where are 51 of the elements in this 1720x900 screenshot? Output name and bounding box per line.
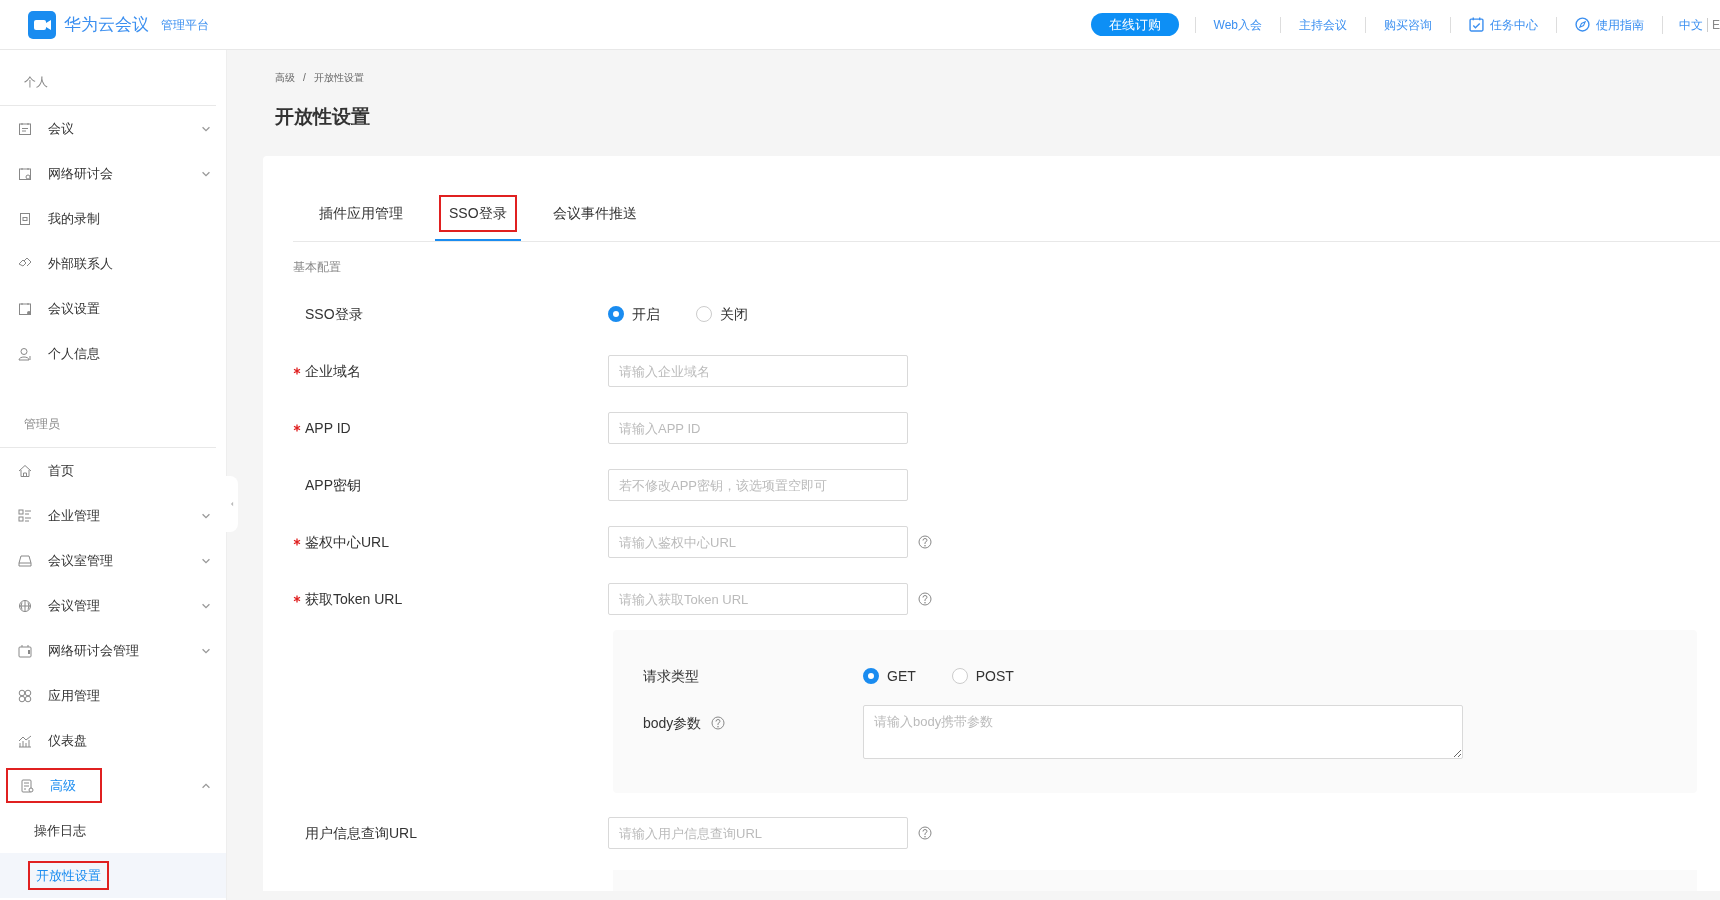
field-label: SSO登录 [305,304,363,324]
field-label: APP密钥 [305,475,361,495]
header-link[interactable]: 购买咨询 [1365,16,1450,33]
platform-label: 管理平台 [161,16,209,34]
input-field[interactable]: 请输入用户信息查询URL [608,817,908,849]
language-option[interactable]: E [1712,15,1720,34]
input-field[interactable]: 请输入企业域名 [608,355,908,387]
header-link[interactable]: Web入会 [1194,16,1280,33]
breadcrumb-link[interactable]: 开放性设置 [313,70,364,85]
tab[interactable]: 插件应用管理 [307,188,415,241]
field-label: 获取Token URL [305,589,403,609]
breadcrumb-link[interactable]: 高级 [275,70,295,85]
breadcrumb-separator: / [303,71,306,85]
radio-option[interactable]: POST [951,665,1014,687]
logo-text: 华为云会议 [64,13,149,36]
sidebar-subitem[interactable]: 操作日志 [0,808,226,853]
header-link[interactable]: 主持会议 [1280,16,1365,33]
header-link[interactable]: 使用指南 [1556,16,1662,33]
section-title: 基本配置 [293,258,342,276]
sidebar-item[interactable]: 网络研讨会 [0,151,226,196]
sidebar-item[interactable]: 会议室管理 [0,538,226,583]
sidebar-item[interactable]: 网络研讨会管理 [0,628,226,673]
input-field[interactable]: 若不修改APP密钥，该选项置空即可 [608,469,908,501]
radio-option[interactable]: GET [863,665,916,687]
radio-option[interactable]: 开启 [608,303,660,325]
sidebar-item[interactable]: 仪表盘 [0,718,226,763]
sidebar-section-title: 管理员 [0,400,216,448]
text-area[interactable]: 请输入body携带参数 [863,704,1463,759]
sidebar-item[interactable]: 首页 [0,448,226,493]
field-label: 企业域名 [305,361,361,381]
sidebar-item[interactable]: 个人信息 [0,331,226,376]
sidebar-item[interactable]: 企业管理 [0,493,226,538]
sidebar-item[interactable]: 外部联系人 [0,241,226,286]
radio-option[interactable]: 关闭 [696,303,748,325]
sidebar-item[interactable]: 高级 [0,763,226,808]
input-field[interactable]: 请输入鉴权中心URL [608,526,908,558]
sidebar-section-title: 个人 [0,58,216,106]
sidebar-item[interactable]: 会议管理 [0,583,226,628]
page-title: 开放性设置 [275,105,371,129]
input-field[interactable]: 请输入APP ID [608,412,908,444]
field-label: 鉴权中心URL [305,532,389,552]
field-label: 请求类型 [643,666,699,686]
sidebar-item[interactable]: 应用管理 [0,673,226,718]
tab[interactable]: 会议事件推送 [540,188,649,241]
field-label: body参数 [643,713,702,733]
field-label: 用户信息查询URL [305,823,417,843]
sidebar-item[interactable]: 会议 [0,106,226,151]
sidebar-item[interactable]: 会议设置 [0,286,226,331]
input-field[interactable]: 请输入获取Token URL [608,583,908,615]
sidebar-item[interactable]: 我的录制 [0,196,226,241]
field-label: APP ID [305,418,351,438]
